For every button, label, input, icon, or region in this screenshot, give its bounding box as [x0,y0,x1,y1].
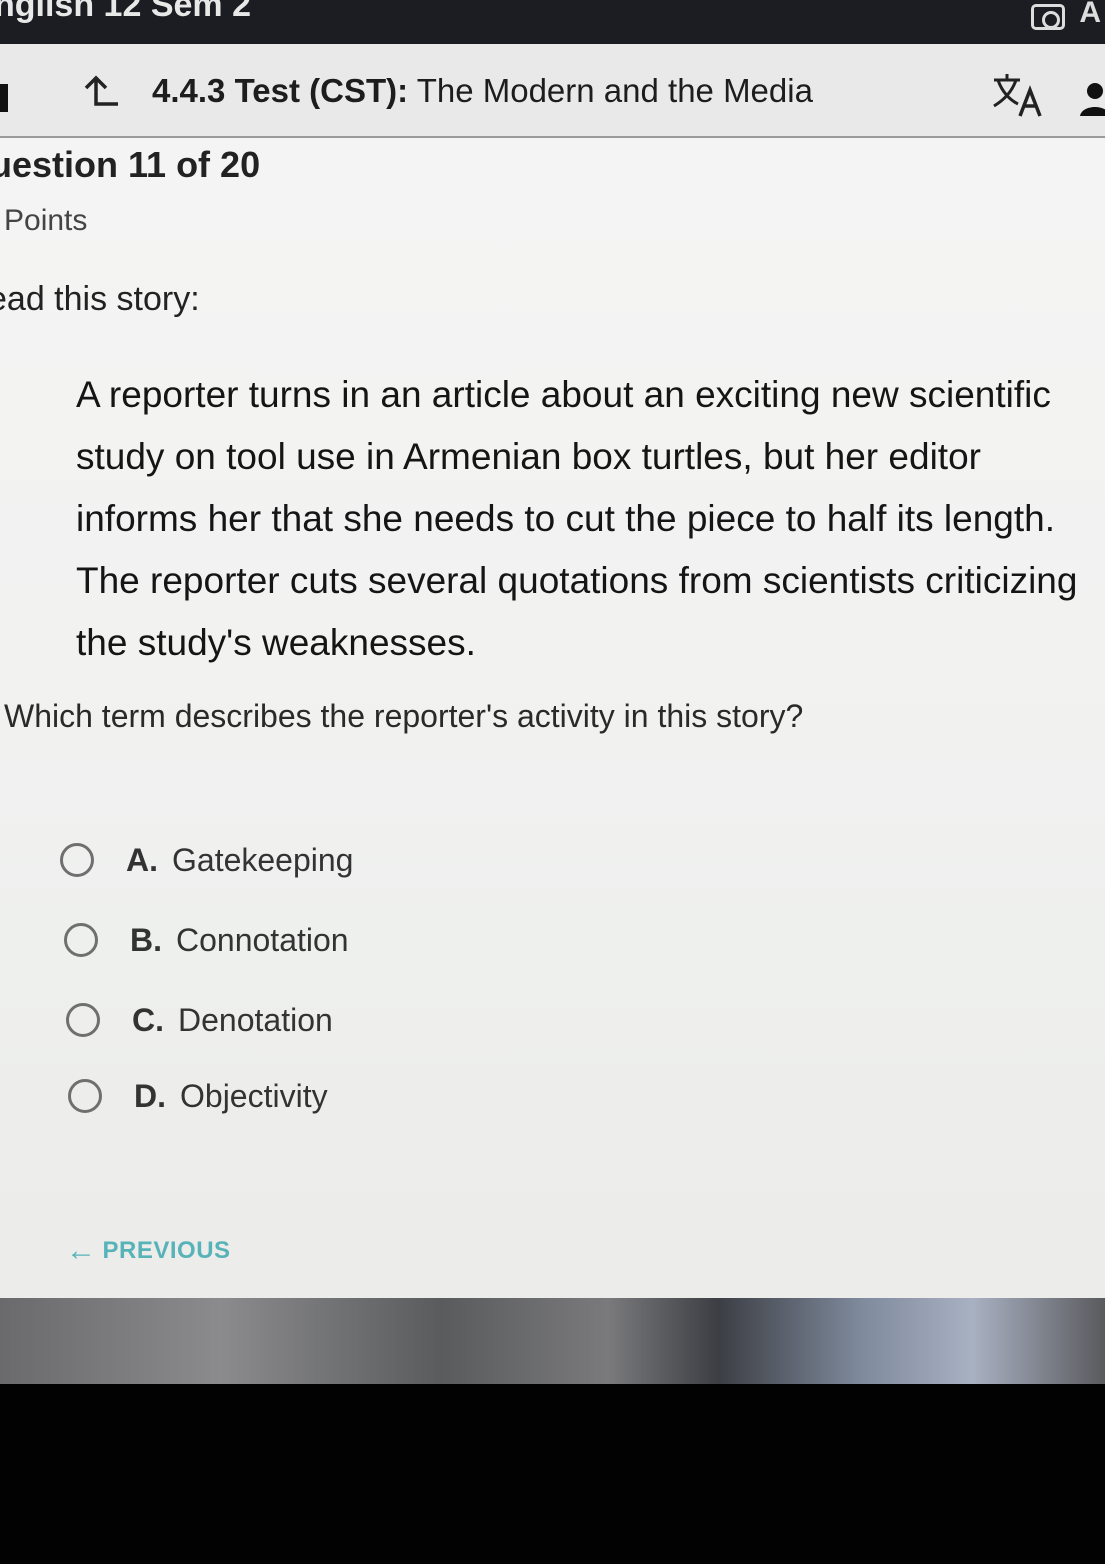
activity-code: 4.4.3 [152,72,226,109]
radio-button[interactable] [66,1003,100,1037]
read-prompt: ead this story: [0,280,200,318]
menu-edge[interactable] [0,84,8,112]
previous-button[interactable]: ← PREVIOUS [66,1234,231,1268]
choice-d[interactable]: D. Objectivity [68,1074,568,1118]
choice-text: Connotation [176,921,349,958]
choice-a[interactable]: A. Gatekeeping [60,838,560,882]
top-right-label[interactable]: A [1079,0,1101,30]
radio-button[interactable] [60,843,94,877]
camera-icon[interactable] [1031,4,1065,30]
top-bar: nglish 12 Sem 2 A [0,0,1105,44]
previous-label: PREVIOUS [102,1237,231,1264]
screen-bezel [0,1384,1105,1564]
choice-c[interactable]: C. Denotation [66,998,566,1042]
user-icon[interactable] [1080,82,1105,116]
left-arrow-icon: ← [66,1234,97,1267]
choice-letter: B. [130,921,162,958]
question-stem: Which term describes the reporter's acti… [4,698,804,734]
question-points: Points [4,204,88,237]
activity-title: 4.4.3 Test (CST): The Modern and the Med… [152,72,813,110]
choice-letter: A. [126,841,158,878]
radio-button[interactable] [68,1079,102,1113]
question-content: uestion 11 of 20 Points ead this story: … [0,138,1105,1298]
activity-header: 4.4.3 Test (CST): The Modern and the Med… [0,44,1105,138]
choice-b[interactable]: B. Connotation [64,918,564,962]
choice-text: Objectivity [180,1077,328,1114]
up-arrow-icon[interactable] [78,72,122,112]
story-passage: A reporter turns in an article about an … [76,374,1078,663]
translate-icon[interactable] [990,70,1046,120]
screen: nglish 12 Sem 2 A 4.4.3 Test (CST): The … [0,0,1105,1390]
choice-text: Denotation [178,1001,333,1038]
course-title: nglish 12 Sem 2 [0,0,251,24]
radio-button[interactable] [64,923,98,957]
choice-text: Gatekeeping [172,841,354,878]
background-scene [0,1298,1105,1384]
choice-letter: D. [134,1077,166,1114]
activity-name: The Modern and the Media [416,72,813,109]
choice-letter: C. [132,1001,164,1038]
question-number: uestion 11 of 20 [0,144,261,185]
activity-type: Test (CST): [234,72,409,109]
